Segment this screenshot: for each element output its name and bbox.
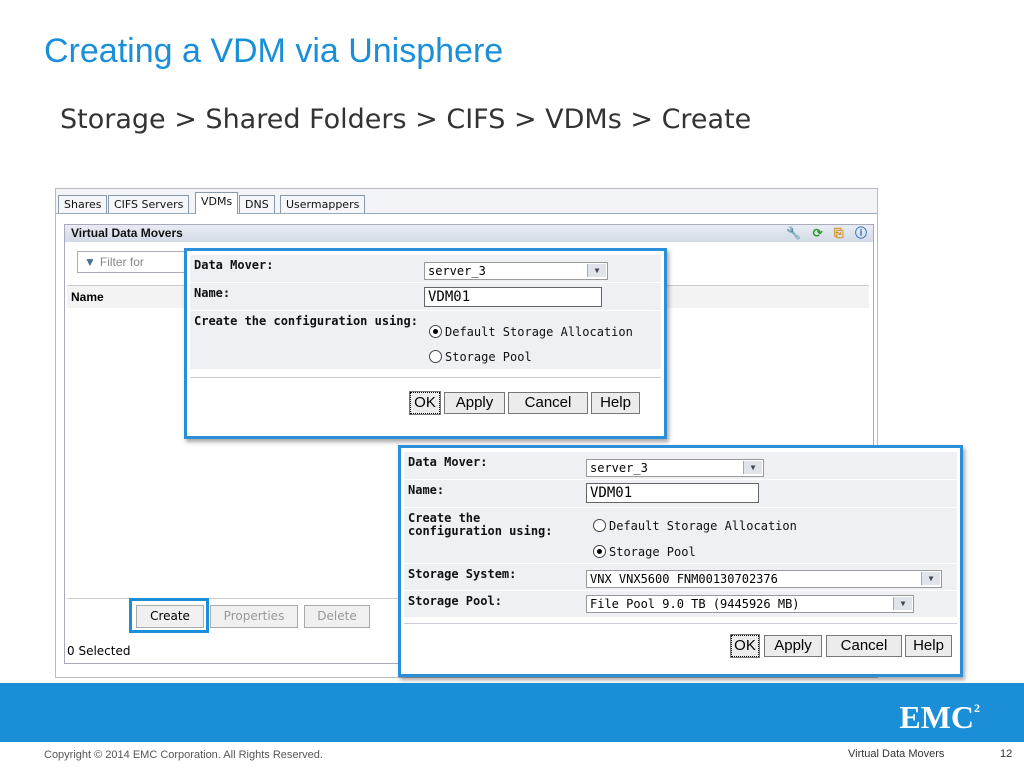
radio-default-storage[interactable]: Default Storage Allocation (593, 519, 797, 533)
divider (190, 377, 661, 378)
filter-placeholder: Filter for (99, 255, 144, 269)
chevron-down-icon[interactable]: ▼ (921, 572, 940, 585)
data-mover-select[interactable]: server_3 ▼ (586, 459, 764, 477)
data-mover-label: Data Mover: (194, 258, 274, 272)
copyright-text: Copyright © 2014 EMC Corporation. All Ri… (44, 749, 323, 761)
refresh-icon[interactable]: ⟳ (813, 226, 823, 240)
footer-section-title: Virtual Data Movers (848, 748, 945, 760)
help-button[interactable]: Help (591, 392, 640, 414)
help-icon[interactable]: ⓘ (855, 226, 867, 240)
config-label: Create the configuration using: (408, 512, 553, 538)
export-icon[interactable]: ⎘ (834, 226, 844, 240)
create-vdm-dialog-pool: Data Mover: server_3 ▼ Name: VDM01 Creat… (398, 445, 963, 677)
storage-pool-value: File Pool 9.0 TB (9445926 MB) (590, 597, 800, 611)
radio-unselected-icon[interactable] (429, 350, 442, 363)
divider (404, 623, 957, 624)
tab-bar: Shares CIFS Servers VDMs DNS Usermappers (56, 189, 877, 214)
radio-selected-icon[interactable] (429, 325, 442, 338)
radio-default-storage[interactable]: Default Storage Allocation (429, 325, 633, 339)
name-label: Name: (194, 286, 231, 300)
radio-default-label: Default Storage Allocation (445, 325, 633, 339)
storage-system-select[interactable]: VNX VNX5600 FNM00130702376 ▼ (586, 570, 942, 588)
data-mover-value: server_3 (428, 264, 486, 278)
data-mover-value: server_3 (590, 461, 648, 475)
storage-system-label: Storage System: (408, 567, 517, 581)
cancel-button[interactable]: Cancel (508, 392, 588, 414)
radio-pool-label: Storage Pool (445, 350, 532, 364)
storage-pool-label: Storage Pool: (408, 594, 502, 608)
footer-bar: EMC2 (0, 683, 1024, 742)
tab-shares[interactable]: Shares (58, 195, 108, 213)
tab-cifs-servers[interactable]: CIFS Servers (108, 195, 190, 213)
help-button[interactable]: Help (905, 635, 952, 657)
breadcrumb: Storage > Shared Folders > CIFS > VDMs >… (60, 104, 752, 135)
wrench-icon[interactable]: 🔧 (786, 226, 801, 240)
ok-button[interactable]: OK (409, 391, 441, 415)
apply-button[interactable]: Apply (444, 392, 505, 414)
filter-icon[interactable]: ▼ (84, 255, 96, 269)
data-mover-label: Data Mover: (408, 455, 488, 469)
name-field[interactable]: VDM01 (424, 287, 602, 307)
filter-input[interactable]: ▼ Filter for (77, 251, 197, 273)
emc-logo: EMC2 (899, 699, 980, 736)
radio-storage-pool[interactable]: Storage Pool (593, 545, 696, 559)
properties-button[interactable]: Properties (210, 605, 298, 628)
data-mover-select[interactable]: server_3 ▼ (424, 262, 608, 280)
config-label-line-2: configuration using: (408, 524, 553, 538)
chevron-down-icon[interactable]: ▼ (743, 461, 762, 474)
panel-header: Virtual Data Movers 🔧 ⟳ ⎘ ⓘ (65, 225, 873, 242)
create-button-highlight (129, 598, 209, 633)
create-vdm-dialog-default: Data Mover: server_3 ▼ Name: VDM01 Creat… (184, 248, 667, 439)
radio-selected-icon[interactable] (593, 545, 606, 558)
panel-title: Virtual Data Movers (71, 226, 183, 240)
tab-vdms[interactable]: VDMs (195, 192, 239, 214)
chevron-down-icon[interactable]: ▼ (587, 264, 606, 277)
tab-usermappers[interactable]: Usermappers (280, 195, 366, 213)
logo-text: EMC (899, 699, 974, 735)
ok-button[interactable]: OK (730, 634, 760, 658)
tab-dns[interactable]: DNS (239, 195, 275, 213)
selected-count: 0 Selected (67, 644, 131, 658)
slide-title: Creating a VDM via Unisphere (44, 32, 504, 70)
radio-pool-label: Storage Pool (609, 545, 696, 559)
cancel-button[interactable]: Cancel (826, 635, 902, 657)
name-label: Name: (408, 483, 445, 497)
config-label: Create the configuration using: (194, 314, 418, 328)
storage-pool-select[interactable]: File Pool 9.0 TB (9445926 MB) ▼ (586, 595, 914, 613)
apply-button[interactable]: Apply (764, 635, 822, 657)
config-label-line-1: Create the (408, 511, 481, 525)
config-row: Create the configuration using: (190, 311, 661, 370)
delete-button[interactable]: Delete (304, 605, 370, 628)
page-number: 12 (1000, 748, 1013, 760)
chevron-down-icon[interactable]: ▼ (893, 597, 912, 610)
radio-storage-pool[interactable]: Storage Pool (429, 350, 532, 364)
radio-default-label: Default Storage Allocation (609, 519, 797, 533)
storage-system-value: VNX VNX5600 FNM00130702376 (590, 572, 778, 586)
logo-superscript: 2 (974, 701, 980, 715)
name-field[interactable]: VDM01 (586, 483, 759, 503)
radio-unselected-icon[interactable] (593, 519, 606, 532)
